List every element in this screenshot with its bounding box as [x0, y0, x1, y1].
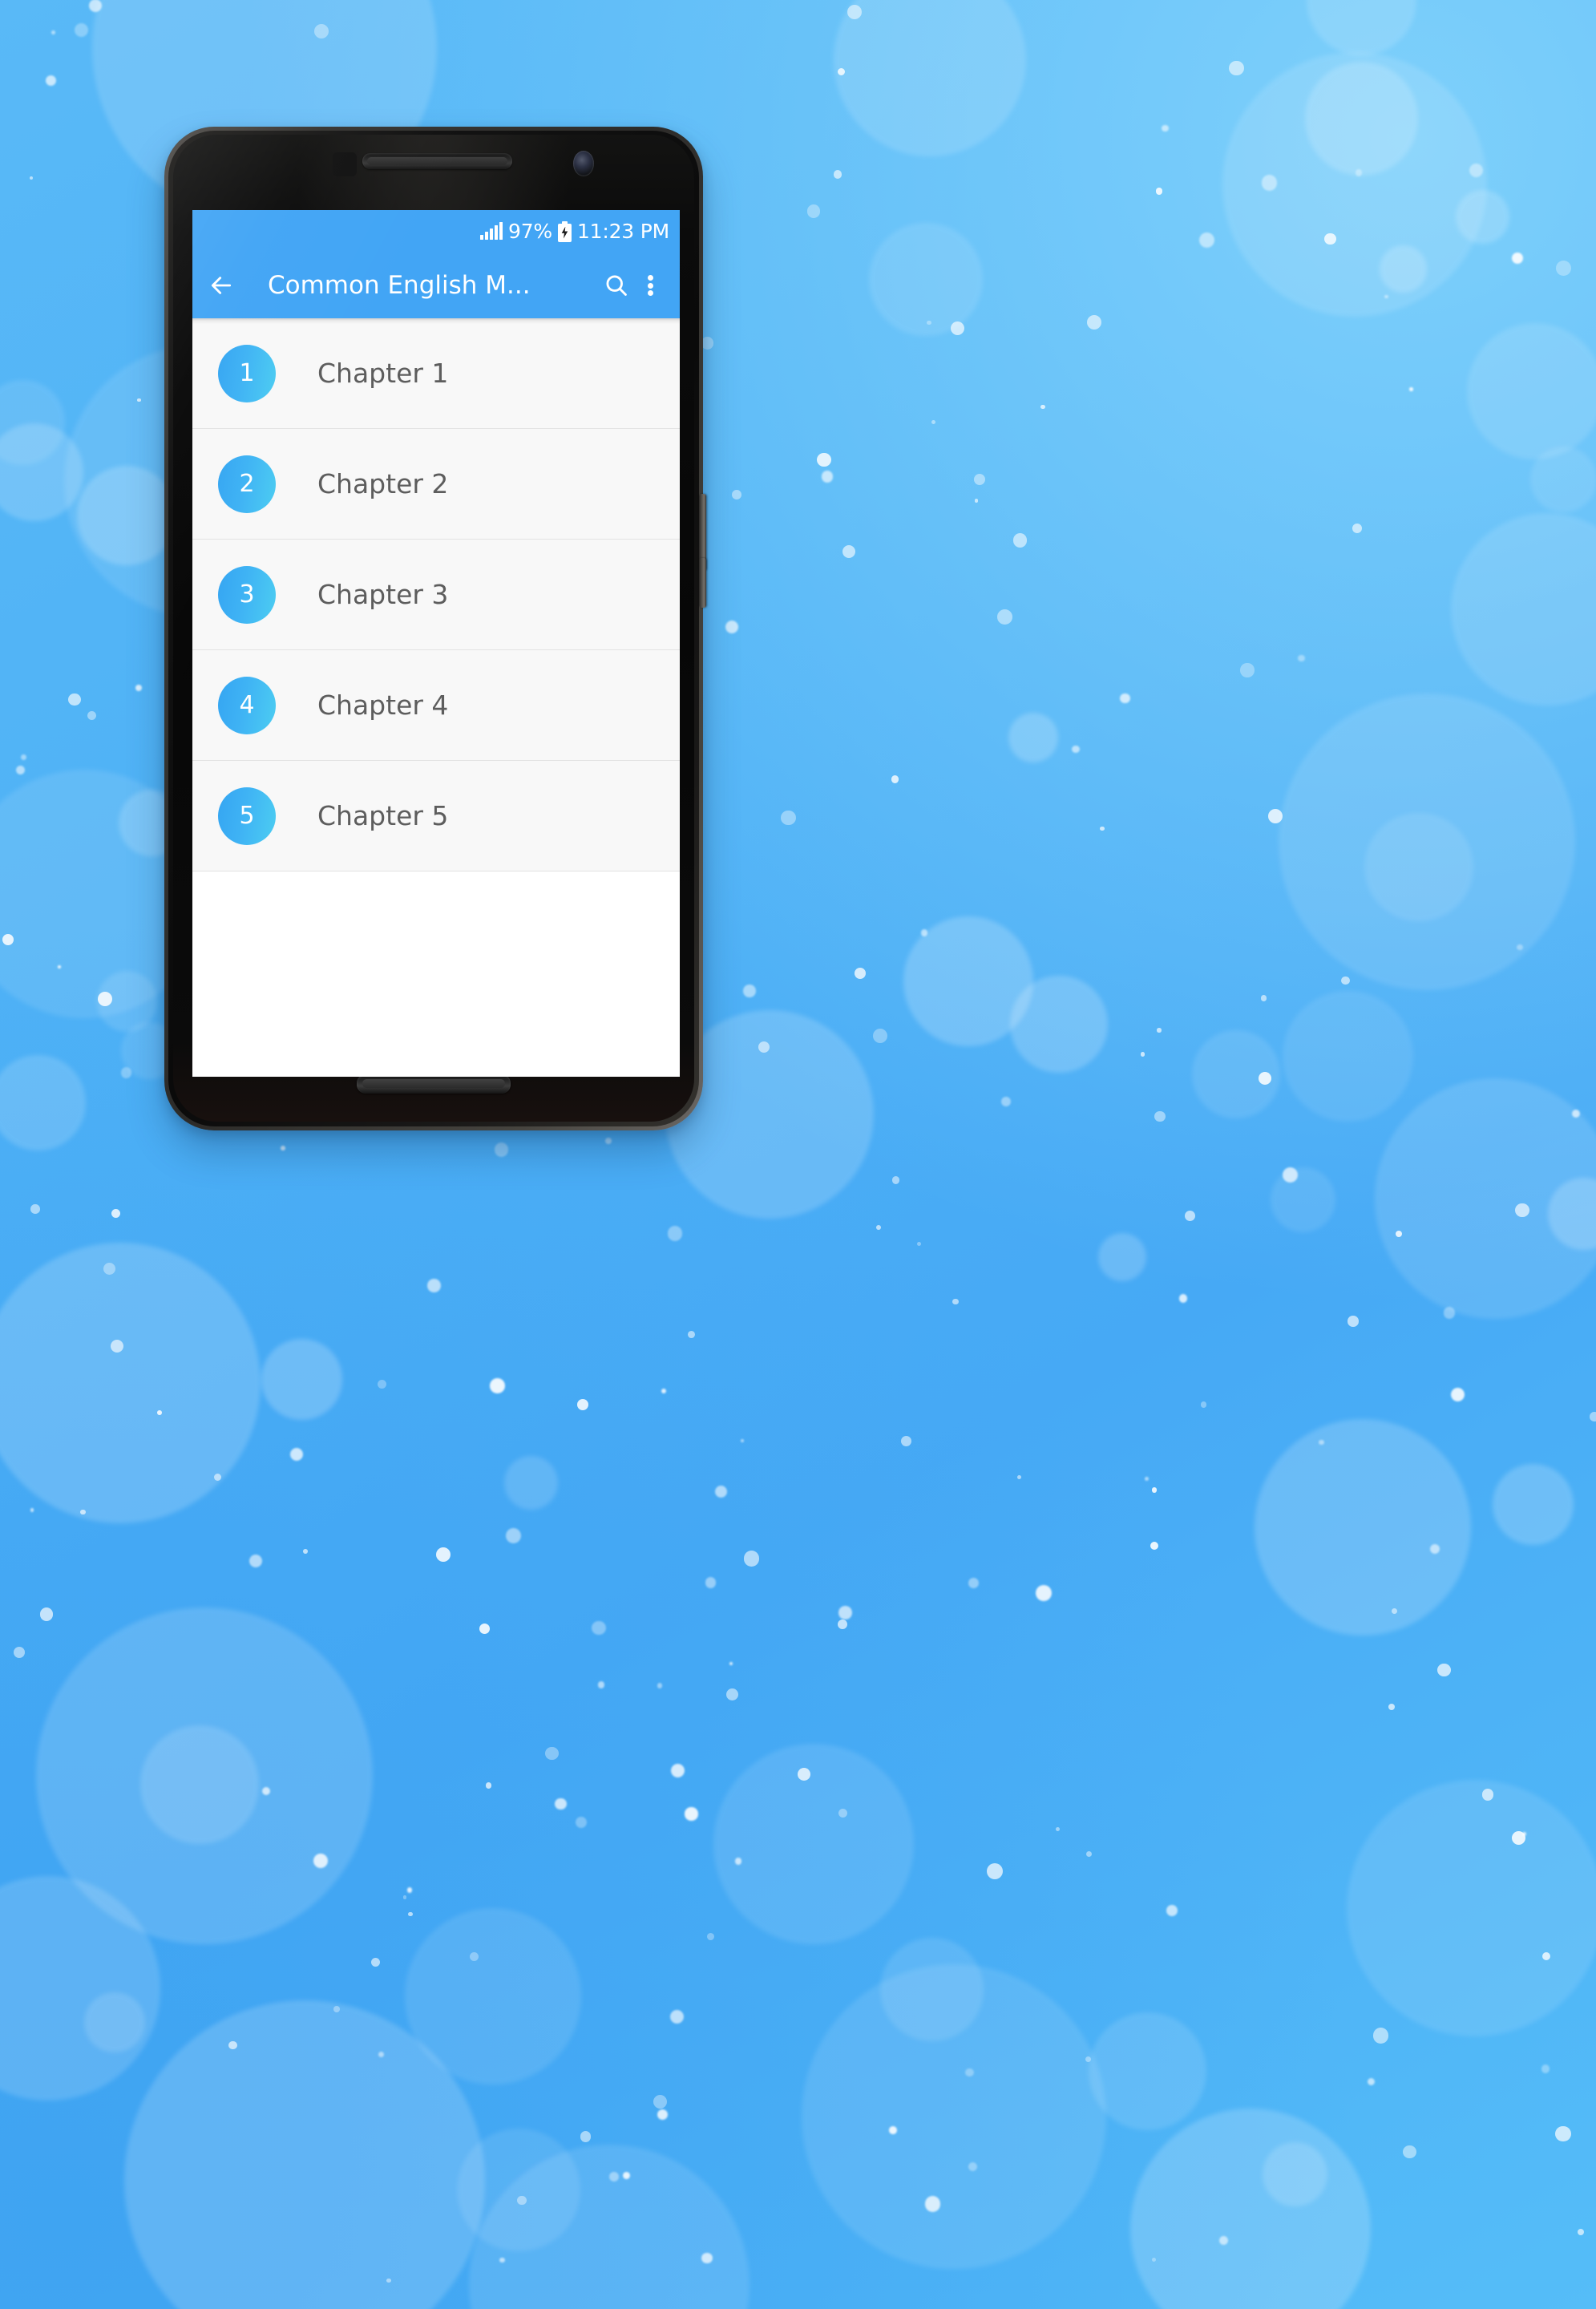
list-item[interactable]: 4 Chapter 4	[192, 650, 680, 761]
chapter-list: 1 Chapter 1 2 Chapter 2 3 Chapter 3 4 Ch…	[192, 318, 680, 871]
list-item[interactable]: 1 Chapter 1	[192, 318, 680, 429]
list-item[interactable]: 2 Chapter 2	[192, 429, 680, 540]
battery-charging-icon	[557, 220, 572, 242]
page-title: Common English M...	[268, 271, 531, 300]
app-toolbar: Common English M...	[192, 253, 680, 324]
chapter-label: Chapter 3	[317, 579, 449, 610]
wallpaper-background: 97% 11:23 PM Common English M... 1 Chapt…	[0, 0, 1596, 2309]
phone-screen: 97% 11:23 PM Common English M... 1 Chapt…	[192, 210, 680, 1077]
chapter-label: Chapter 1	[317, 358, 449, 389]
power-button[interactable]	[699, 558, 706, 608]
overflow-menu-icon[interactable]	[636, 273, 665, 298]
status-bar: 97% 11:23 PM	[192, 210, 680, 253]
chapter-number-badge: 5	[218, 787, 276, 845]
front-camera-icon	[573, 151, 594, 176]
back-arrow-icon[interactable]	[208, 273, 234, 298]
battery-percent-label: 97%	[507, 220, 552, 243]
search-icon[interactable]	[604, 273, 629, 298]
chapter-number-badge: 1	[218, 344, 276, 402]
chapter-number-badge: 2	[218, 455, 276, 513]
signal-bars-icon	[479, 221, 503, 240]
list-item[interactable]: 5 Chapter 5	[192, 761, 680, 871]
list-item[interactable]: 3 Chapter 3	[192, 540, 680, 650]
earpiece-speaker-grille	[367, 157, 507, 165]
status-bar-clock: 11:23 PM	[576, 220, 669, 243]
chapter-label: Chapter 4	[317, 689, 449, 721]
chapter-number-badge: 4	[218, 676, 276, 734]
bottom-speaker-grille	[362, 1079, 505, 1088]
chapter-number-badge: 3	[218, 565, 276, 624]
proximity-sensor-icon	[333, 152, 357, 176]
chapter-label: Chapter 5	[317, 800, 449, 831]
chapter-label: Chapter 2	[317, 468, 449, 499]
